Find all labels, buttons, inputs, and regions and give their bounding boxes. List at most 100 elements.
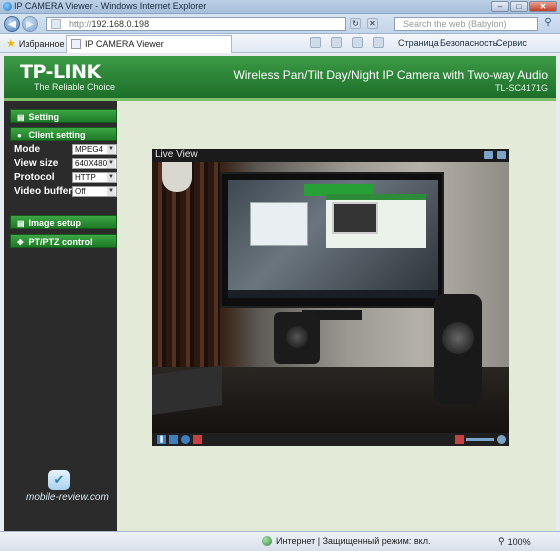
mode-row: Mode MPEG4 ▼	[14, 144, 118, 156]
star-icon: ★	[6, 38, 16, 50]
favorites-button[interactable]: ★ Избранное	[6, 37, 65, 50]
live-view-panel: Live View ❚	[152, 149, 509, 446]
play-icon[interactable]: ❚	[157, 435, 166, 444]
mode-value: MPEG4	[75, 145, 104, 154]
view-size-row: View size 640X480 ▼	[14, 158, 118, 170]
service-menu[interactable]: Сервис	[496, 38, 527, 48]
tab-favicon-icon	[71, 39, 81, 49]
home-icon[interactable]	[310, 37, 321, 48]
video-buffer-row: Video buffer Off ▼	[14, 186, 118, 198]
minimize-button[interactable]: –	[491, 1, 509, 12]
print-icon[interactable]	[373, 37, 384, 48]
volume-slider[interactable]	[466, 438, 494, 441]
client-setting-button[interactable]: ● Client setting	[10, 127, 117, 141]
arrows-icon: ✥	[17, 238, 24, 247]
speaker-icon[interactable]	[455, 435, 464, 444]
search-input[interactable]: Search the web (Babylon)	[394, 17, 538, 31]
protocol-label: Protocol	[14, 172, 55, 183]
page-menu[interactable]: Страница	[398, 38, 439, 48]
stop-icon[interactable]: ✕	[367, 18, 378, 29]
globe-icon	[262, 536, 272, 546]
setting-label: Setting	[28, 112, 60, 122]
search-icon[interactable]: ⚲	[540, 17, 556, 31]
screen-taskbar	[228, 290, 438, 298]
zoom-text: 100%	[507, 536, 531, 547]
fullscreen-icon[interactable]	[497, 151, 506, 159]
magnifier-icon: ⚲	[498, 536, 505, 546]
video-stream[interactable]	[152, 162, 509, 433]
chevron-down-icon: ▼	[107, 187, 115, 196]
record-icon[interactable]	[181, 435, 190, 444]
command-bar: ★ Избранное IP CAMERA Viewer Страница Бе…	[0, 34, 560, 53]
protocol-select[interactable]: HTTP ▼	[72, 172, 117, 183]
screen-inner-view	[332, 202, 378, 234]
view-size-value: 640X480	[75, 159, 108, 168]
video-speaker-cone-left	[286, 326, 308, 348]
video-monitor	[220, 172, 444, 308]
url-input[interactable]: http://192.168.0.198	[46, 17, 346, 31]
mobile-review-icon: ✔	[48, 470, 70, 490]
image-icon: ▤	[17, 219, 25, 228]
refresh-icon[interactable]: ↻	[350, 18, 361, 29]
image-setup-label: Image setup	[28, 218, 82, 228]
tab-label: IP CAMERA Viewer	[85, 39, 164, 49]
mail-icon[interactable]	[352, 37, 363, 48]
view-size-select[interactable]: 640X480 ▼	[72, 158, 117, 169]
video-buffer-value: Off	[75, 187, 86, 196]
screen-window	[250, 202, 308, 246]
view-size-label: View size	[14, 158, 59, 169]
address-bar: ◀ ▶ http://192.168.0.198 ↻ ✕ Search the …	[0, 14, 560, 34]
ptz-control-label: PT/PTZ control	[28, 237, 93, 247]
ptz-control-button[interactable]: ✥ PT/PTZ control	[10, 234, 117, 248]
video-speaker-cone-right	[442, 322, 474, 354]
tagline: The Reliable Choice	[34, 82, 116, 92]
chevron-down-icon: ▼	[107, 173, 115, 182]
url-prefix: http://	[69, 19, 92, 29]
live-view-header: Live View	[152, 149, 509, 162]
video-buffer-label: Video buffer	[14, 186, 73, 197]
image-setup-button[interactable]: ▤ Image setup	[10, 215, 117, 229]
zone-text: Интернет | Защищенный режим: вкл.	[276, 536, 431, 546]
ie-icon	[3, 2, 12, 11]
url-text: 192.168.0.198	[91, 19, 150, 29]
sidebar: ▤ Setting ● Client setting Mode MPEG4 ▼ V…	[4, 101, 117, 531]
feeds-icon[interactable]	[331, 37, 342, 48]
protocol-row: Protocol HTTP ▼	[14, 172, 118, 184]
status-bar: Интернет | Защищенный режим: вкл. ⚲ 100%	[0, 531, 560, 551]
video-buffer-select[interactable]: Off ▼	[72, 186, 117, 197]
zoom-icon[interactable]	[497, 435, 506, 444]
users-icon: ●	[17, 131, 22, 140]
maximize-button[interactable]: □	[510, 1, 528, 12]
security-menu[interactable]: Безопасность	[440, 38, 497, 48]
page-icon	[51, 19, 61, 29]
mode-label: Mode	[14, 144, 41, 155]
setting-button[interactable]: ▤ Setting	[10, 109, 117, 123]
zoom-level[interactable]: ⚲ 100%	[498, 536, 531, 547]
page-header: TP-LINK The Reliable Choice Wireless Pan…	[4, 56, 556, 98]
live-view-title: Live View	[155, 149, 198, 160]
watermark-text: mobile-review.com	[26, 492, 109, 503]
stop-icon[interactable]	[169, 435, 178, 444]
protocol-value: HTTP	[75, 173, 96, 182]
camera-title: Wireless Pan/Tilt Day/Night IP Camera wi…	[233, 68, 548, 82]
video-lamp	[162, 162, 192, 192]
mode-select[interactable]: MPEG4 ▼	[72, 144, 117, 155]
snapshot-icon[interactable]	[484, 151, 493, 159]
player-controls: ❚	[152, 433, 509, 446]
window-title: IP CAMERA Viewer - Windows Internet Expl…	[14, 1, 207, 11]
document-icon: ▤	[17, 113, 25, 122]
video-screen	[228, 180, 438, 298]
microphone-icon[interactable]	[193, 435, 202, 444]
chevron-down-icon: ▼	[107, 159, 115, 168]
client-setting-label: Client setting	[28, 130, 86, 140]
close-button[interactable]: ✕	[529, 1, 557, 12]
tp-link-logo: TP-LINK	[20, 61, 101, 83]
forward-button[interactable]: ▶	[22, 16, 38, 32]
chevron-down-icon: ▼	[107, 145, 115, 154]
browser-tab[interactable]: IP CAMERA Viewer	[66, 35, 232, 53]
back-button[interactable]: ◀	[4, 16, 20, 32]
window-controls: – □ ✕	[491, 1, 557, 12]
security-zone[interactable]: Интернет | Защищенный режим: вкл.	[262, 536, 430, 546]
camera-model: TL-SC4171G	[494, 83, 548, 93]
favorites-label: Избранное	[18, 38, 65, 49]
